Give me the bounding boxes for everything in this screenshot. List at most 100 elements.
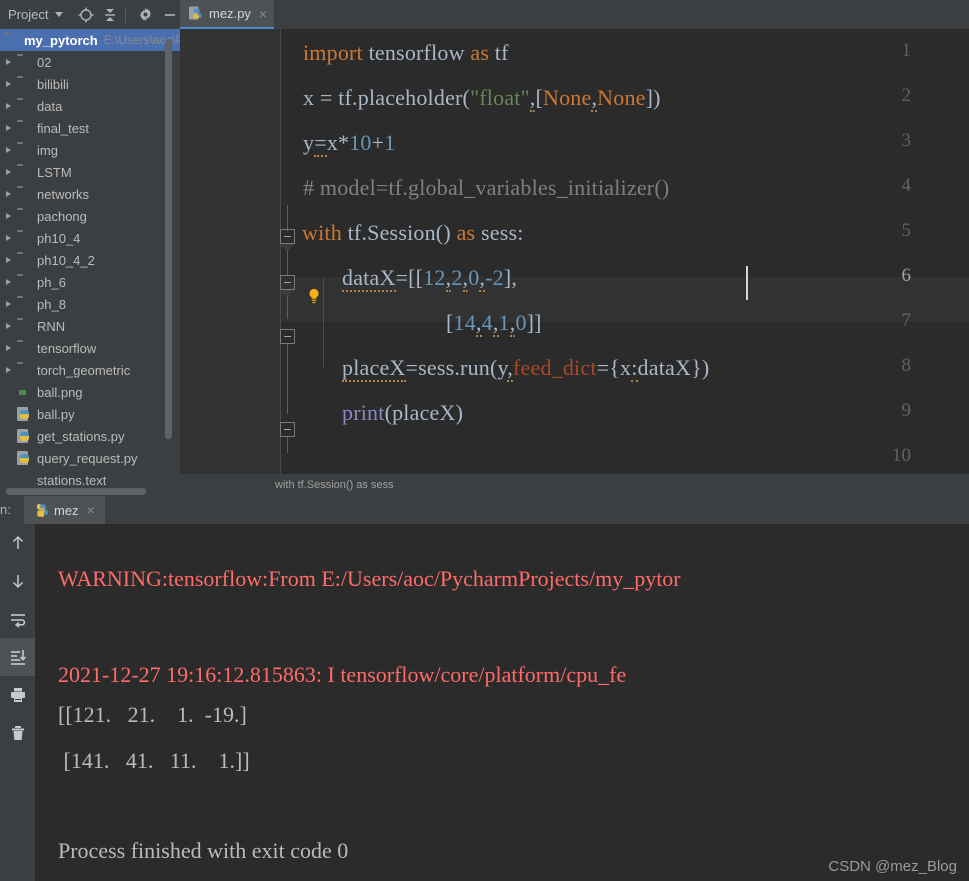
tree-item-label: ph10_4_2 <box>37 253 95 268</box>
code-token: "float" <box>470 85 530 110</box>
project-tool-label[interactable]: Project <box>8 7 48 22</box>
run-tab-bar: n: mez × <box>0 496 969 524</box>
code-token: = <box>396 265 409 290</box>
chevron-right-icon[interactable] <box>2 183 15 205</box>
tree-row-folder[interactable]: bilibili <box>0 73 180 95</box>
tree-item-label: RNN <box>37 319 65 334</box>
tree-row-folder[interactable]: ph10_4 <box>0 227 180 249</box>
run-tab-mez[interactable]: mez × <box>24 496 105 524</box>
soft-wrap-icon[interactable] <box>0 600 35 638</box>
tree-row-folder[interactable]: final_test <box>0 117 180 139</box>
folder-icon <box>17 363 32 377</box>
code-token: None <box>543 85 591 110</box>
tree-item-label: 02 <box>37 55 51 70</box>
code-line-4: # model=tf.global_variables_initializer(… <box>303 175 669 201</box>
hide-tool-window-icon[interactable] <box>160 4 180 26</box>
tree-row-folder[interactable]: tensorflow <box>0 337 180 359</box>
code-content[interactable]: import tensorflow as tf x = tf.placehold… <box>280 29 969 474</box>
tree-item-label: ball.png <box>37 385 83 400</box>
code-token: x = tf.placeholder( <box>303 85 470 110</box>
clear-all-trash-icon[interactable] <box>0 714 35 752</box>
prev-occurrence-icon[interactable] <box>0 524 35 562</box>
folder-icon <box>17 231 32 245</box>
chevron-right-icon[interactable] <box>2 95 15 117</box>
tree-row-folder[interactable]: networks <box>0 183 180 205</box>
chevron-right-icon[interactable] <box>2 293 15 315</box>
tree-row-folder[interactable]: data <box>0 95 180 117</box>
chevron-right-icon[interactable] <box>2 205 15 227</box>
chevron-right-icon[interactable] <box>2 139 15 161</box>
tree-row-root[interactable]: my_pytorch E:\Users\aoc\Pyc <box>0 29 180 51</box>
tree-row-folder[interactable]: RNN <box>0 315 180 337</box>
chevron-down-icon[interactable] <box>55 12 63 17</box>
editor-tab-mez-py[interactable]: mez.py × <box>180 0 274 29</box>
tree-row-folder[interactable]: ph10_4_2 <box>0 249 180 271</box>
tree-row-folder[interactable]: img <box>0 139 180 161</box>
console-line: [[121. 21. 1. -19.] <box>58 702 247 728</box>
code-token: as <box>470 40 489 65</box>
code-token: sess: <box>475 220 523 245</box>
tree-row-file[interactable]: get_stations.py <box>0 425 180 447</box>
code-token: tf <box>489 40 509 65</box>
tree-row-folder[interactable]: ph_8 <box>0 293 180 315</box>
sidebar-horizontal-scrollbar[interactable] <box>6 488 146 495</box>
tree-row-file[interactable]: ball.py <box>0 403 180 425</box>
settings-gear-icon[interactable] <box>135 4 155 26</box>
run-window-prefix-label: n: <box>0 502 11 517</box>
chevron-right-icon[interactable] <box>2 315 15 337</box>
folder-icon <box>17 209 32 223</box>
chevron-right-icon[interactable] <box>2 161 15 183</box>
chevron-right-icon[interactable] <box>2 271 15 293</box>
locate-icon[interactable] <box>75 4 95 26</box>
console-output[interactable]: WARNING:tensorflow:From E:/Users/aoc/Pyc… <box>36 524 969 881</box>
code-token: sess.run(y <box>418 355 507 380</box>
tree-row-folder[interactable]: 02 <box>0 51 180 73</box>
tree-item-label: query_request.py <box>37 451 137 466</box>
code-token: ]] <box>527 310 542 335</box>
chevron-right-icon[interactable] <box>2 73 15 95</box>
run-tool-window: n: mez × <box>0 496 969 881</box>
breadcrumb-label: with tf.Session() as sess <box>275 479 394 491</box>
close-icon[interactable]: × <box>259 7 267 21</box>
console-line: [141. 41. 11. 1.]] <box>58 748 250 774</box>
chevron-right-icon[interactable] <box>2 337 15 359</box>
tree-item-label: pachong <box>37 209 87 224</box>
tree-row-folder[interactable]: ph_6 <box>0 271 180 293</box>
folder-icon <box>17 253 32 267</box>
spacer <box>2 381 15 403</box>
code-token: 0 <box>515 310 526 335</box>
chevron-right-icon[interactable] <box>2 359 15 381</box>
tree-row-folder[interactable]: torch_geometric <box>0 359 180 381</box>
code-token: 1 <box>384 130 395 155</box>
tree-row-folder[interactable]: LSTM <box>0 161 180 183</box>
sidebar-vertical-scrollbar[interactable] <box>165 39 172 439</box>
code-token: [[ <box>408 265 423 290</box>
tree-row-file[interactable]: ball.png <box>0 381 180 403</box>
scroll-to-end-icon[interactable] <box>0 638 35 676</box>
code-token: + <box>372 130 385 155</box>
close-icon[interactable]: × <box>87 503 95 517</box>
code-token: 2 <box>451 265 462 290</box>
tree-item-label: data <box>37 99 62 114</box>
code-token: placeX <box>342 355 406 382</box>
tree-row-file[interactable]: query_request.py <box>0 447 180 469</box>
run-tab-label: mez <box>54 503 79 518</box>
console-line: Process finished with exit code 0 <box>58 838 348 864</box>
project-tree-panel[interactable]: my_pytorch E:\Users\aoc\Pyc 02 bilibili … <box>0 29 180 496</box>
chevron-right-icon[interactable] <box>2 117 15 139</box>
editor-gutter[interactable] <box>180 29 280 474</box>
breadcrumb[interactable]: with tf.Session() as sess <box>180 474 969 496</box>
chevron-right-icon[interactable] <box>2 227 15 249</box>
chevron-right-icon[interactable] <box>2 249 15 271</box>
code-editor[interactable]: 1 2 3 4 5 6 7 8 9 10 import tensorflow a… <box>180 29 969 496</box>
tree-row-folder[interactable]: pachong <box>0 205 180 227</box>
tree-item-label: get_stations.py <box>37 429 124 444</box>
code-token: [ <box>446 310 454 335</box>
code-token: with <box>302 220 342 245</box>
code-token: feed_dict <box>513 355 597 380</box>
collapse-all-icon[interactable] <box>100 4 120 26</box>
chevron-right-icon[interactable] <box>2 51 15 73</box>
next-occurrence-icon[interactable] <box>0 562 35 600</box>
code-line-9: print(placeX) <box>342 400 463 426</box>
print-icon[interactable] <box>0 676 35 714</box>
